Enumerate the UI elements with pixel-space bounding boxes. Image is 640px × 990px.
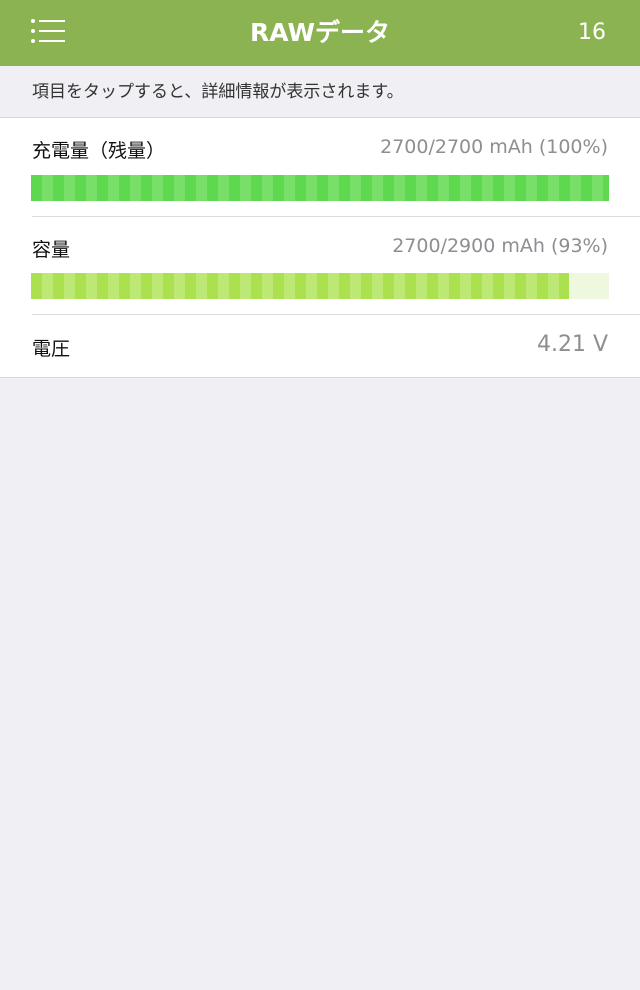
list-menu-icon (24, 14, 72, 50)
navigation-bar: RAWデータ 16 (0, 0, 640, 66)
item-count-badge[interactable]: 16 (578, 0, 606, 66)
row-value: 2700/2900 mAh (93%) (392, 235, 608, 257)
capacity-progress-bar (31, 273, 609, 299)
row-label: 容量 (32, 239, 71, 261)
row-value: 4.21 V (536, 332, 608, 357)
list-item-voltage[interactable]: 電圧 4.21 V (0, 315, 640, 377)
menu-button[interactable] (24, 14, 72, 50)
hint-text: 項目をタップすると、詳細情報が表示されます。 (32, 82, 404, 102)
charge-progress-fill (31, 175, 609, 201)
page-title: RAWデータ (249, 18, 391, 47)
battery-data-list: 充電量（残量） 2700/2700 mAh (100%) 容量 2700/290… (0, 118, 640, 378)
charge-progress-bar (31, 175, 609, 201)
list-item-capacity[interactable]: 容量 2700/2900 mAh (93%) (0, 217, 640, 315)
row-label: 電圧 (32, 338, 71, 360)
capacity-progress-fill (31, 273, 569, 299)
row-value: 2700/2700 mAh (100%) (380, 136, 608, 158)
row-label: 充電量（残量） (32, 140, 166, 162)
hint-banner: 項目をタップすると、詳細情報が表示されます。 (0, 66, 640, 118)
list-item-charge[interactable]: 充電量（残量） 2700/2700 mAh (100%) (0, 118, 640, 217)
